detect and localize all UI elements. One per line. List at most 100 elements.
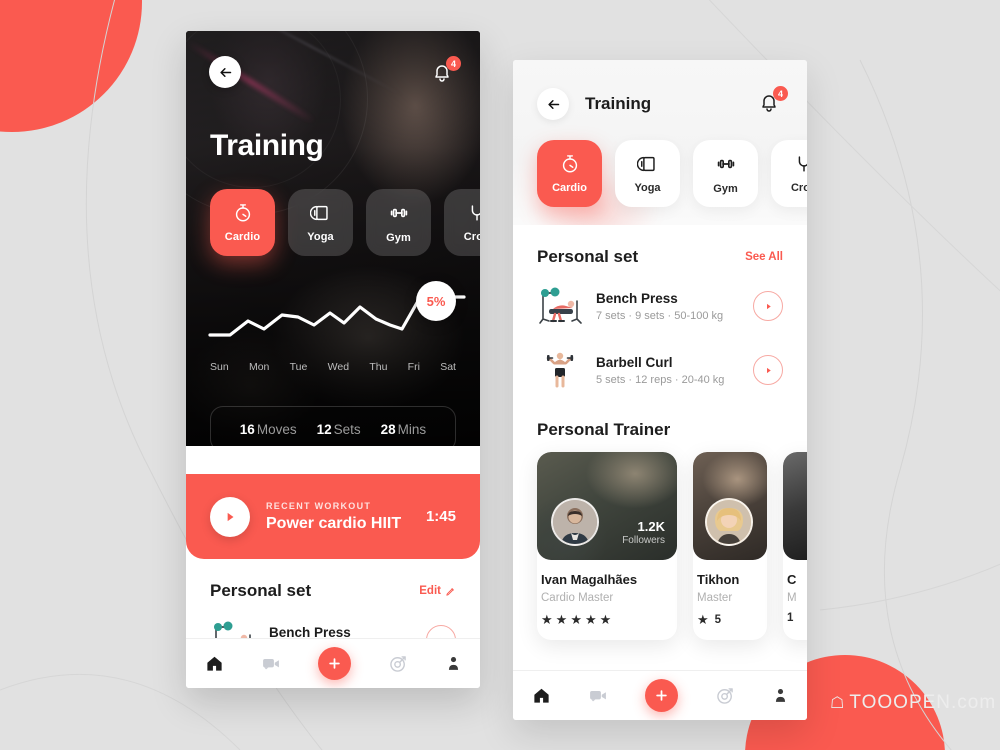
trainer-name: C: [787, 572, 797, 587]
trainer-role: Master: [697, 592, 733, 604]
trainer-rating: ★ 5: [697, 612, 763, 628]
arrow-left-icon: [219, 67, 231, 77]
star-icon: ★: [599, 612, 612, 627]
exercise-play-button[interactable]: [753, 355, 783, 385]
star-icon: ★: [570, 612, 582, 627]
plus-icon: [328, 658, 340, 669]
rating-count: 1: [787, 612, 794, 624]
decor-lines: [0, 0, 1000, 750]
trainer-carousel[interactable]: 1.2K Followers Ivan Magalhães Cardio Mas…: [537, 452, 807, 640]
chat-icon: [262, 658, 279, 669]
category-label: Gym: [386, 232, 411, 244]
bottom-navigation: [186, 638, 480, 688]
stat-mins: 28 Mins: [381, 422, 427, 437]
exercise-list-item[interactable]: Barbell Curl 5 sets · 12 reps · 20-40 kg: [537, 349, 783, 391]
recent-workout-kicker: RECENT WORKOUT: [266, 500, 372, 511]
bottom-navigation: [513, 670, 807, 720]
back-button[interactable]: [209, 56, 241, 88]
stat-label: Mins: [397, 421, 427, 437]
hero-section: 4 Training Cardio Yoga Gym Cro 5% Sun Mo…: [186, 31, 480, 446]
recent-workout-play-button[interactable]: [210, 496, 250, 537]
chart-tick-label: Tue: [289, 361, 308, 373]
category-tab-yoga[interactable]: Yoga: [615, 140, 680, 207]
home-icon: [533, 688, 549, 703]
avatar-photo: [553, 500, 597, 544]
stat-moves: 16 Moves: [240, 422, 297, 437]
person-icon: [775, 689, 785, 702]
nav-item-home[interactable]: [532, 686, 551, 705]
section-title: Personal set: [210, 581, 312, 600]
target-icon: [716, 687, 733, 704]
watermark-text: TOOOPEN.com: [849, 692, 997, 713]
recent-workout-banner[interactable]: RECENT WORKOUT Power cardio HIIT 1:45: [186, 474, 480, 559]
category-tab-gym[interactable]: Gym: [366, 189, 431, 256]
nav-add-button[interactable]: [644, 679, 678, 712]
home-icon: [206, 656, 222, 671]
chart-tick-label: Wed: [327, 361, 350, 373]
exercise-name: Barbell Curl: [596, 354, 673, 370]
target-icon: [389, 655, 406, 672]
trainer-cover-photo: 1.2K Followers: [537, 452, 677, 560]
star-icon: ★: [584, 612, 597, 627]
bench-press-illustration: [539, 287, 582, 324]
category-tab-gym[interactable]: Gym: [693, 140, 758, 207]
nav-item-profile[interactable]: [772, 686, 789, 705]
page-title: Training: [210, 129, 324, 162]
category-tab-crossfit[interactable]: Cros: [771, 140, 807, 207]
personal-trainer-title: Personal Trainer: [537, 420, 671, 439]
chart-x-axis-labels: Sun Mon Tue Wed Thu Fri Sat: [186, 361, 480, 373]
exercise-meta: 5 sets · 12 reps · 20-40 kg: [596, 373, 725, 386]
right-header-section: Training 4 Cardio Yoga Gym Cro: [513, 60, 807, 250]
notifications-button[interactable]: 4: [757, 86, 788, 117]
category-label: Yoga: [634, 182, 661, 194]
stopwatch-icon: [235, 204, 250, 222]
personal-set-header: Personal set See All: [537, 247, 783, 267]
plus-icon: [655, 690, 667, 701]
exercise-list-item[interactable]: Bench Press 7 sets · 9 sets · 50-100 kg: [537, 285, 783, 327]
star-icon: ★: [697, 612, 709, 627]
category-tab-cardio[interactable]: Cardio: [537, 140, 602, 207]
exercise-info: Barbell Curl 5 sets · 12 reps · 20-40 kg: [596, 355, 740, 386]
page-title: Training: [585, 94, 652, 113]
trainer-info: C M 1: [783, 560, 807, 636]
exercise-play-button[interactable]: [753, 291, 783, 321]
phone-left-screen: 4 Training Cardio Yoga Gym Cro 5% Sun Mo…: [186, 31, 480, 688]
right-header: Training 4: [537, 86, 788, 120]
category-label: Cardio: [224, 231, 261, 243]
nav-item-chat[interactable]: [261, 654, 281, 674]
crossfit-icon: [471, 205, 480, 221]
edit-button[interactable]: Edit: [419, 585, 456, 597]
exercise-name: Bench Press: [596, 290, 678, 306]
notification-badge: 4: [446, 56, 461, 71]
trainer-info: Ivan Magalhães Cardio Master ★ ★ ★ ★ ★: [537, 560, 677, 640]
trainer-role: M: [787, 592, 797, 604]
dumbbell-icon: [717, 159, 734, 169]
trainer-card[interactable]: 1.2K Followers Ivan Magalhães Cardio Mas…: [537, 452, 677, 640]
nav-add-button[interactable]: [317, 647, 351, 680]
pencil-icon: [446, 587, 454, 596]
chart-tick-label: Sun: [210, 361, 229, 373]
notifications-button[interactable]: 4: [430, 56, 461, 87]
dumbbell-icon: [390, 208, 407, 218]
category-tab-yoga[interactable]: Yoga: [288, 189, 353, 256]
trainer-info: Tikhon Master ★ 5: [693, 560, 767, 640]
nav-item-home[interactable]: [205, 654, 224, 673]
nav-item-chat[interactable]: [588, 686, 608, 706]
recent-workout-text: RECENT WORKOUT Power cardio HIIT: [266, 501, 410, 533]
category-tab-crossfit[interactable]: Cros: [444, 189, 480, 256]
bench-press-icon: [537, 285, 583, 327]
back-button[interactable]: [537, 88, 569, 120]
chart-tick-label: Fri: [407, 361, 420, 373]
trainer-card[interactable]: C M 1: [783, 452, 807, 640]
nav-item-goals[interactable]: [388, 654, 408, 674]
yoga-mat-icon: [636, 156, 655, 172]
nav-item-profile[interactable]: [445, 654, 462, 673]
followers-label: Followers: [622, 535, 665, 546]
see-all-button[interactable]: See All: [745, 251, 783, 263]
trainer-name: Tikhon: [697, 572, 740, 587]
trainer-card[interactable]: Tikhon Master ★ 5: [693, 452, 767, 640]
category-tab-cardio[interactable]: Cardio: [210, 189, 275, 256]
avatar: [551, 498, 599, 546]
nav-item-goals[interactable]: [715, 686, 735, 706]
progress-badge: 5%: [416, 281, 456, 321]
